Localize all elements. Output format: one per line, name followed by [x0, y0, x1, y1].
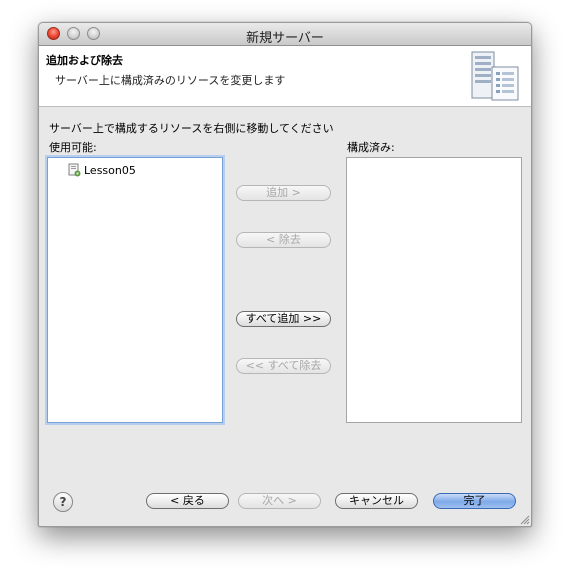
configured-resources-list[interactable]: [346, 157, 522, 423]
page-description: サーバー上に構成済みのリソースを変更します: [55, 74, 286, 87]
new-server-dialog: 新規サーバー 追加および除去 サーバー上に構成済みのリソースを変更します サーバ…: [38, 22, 532, 527]
available-label: 使用可能:: [49, 141, 97, 154]
project-icon: [68, 163, 81, 177]
add-button[interactable]: 追加 >: [236, 185, 331, 201]
configured-label: 構成済み:: [347, 141, 395, 154]
resize-grip-icon[interactable]: [520, 515, 530, 525]
available-resources-list[interactable]: Lesson05: [47, 157, 223, 423]
help-button[interactable]: ?: [53, 492, 73, 512]
back-button[interactable]: < 戻る: [146, 493, 229, 509]
window-title: 新規サーバー: [246, 31, 324, 46]
add-all-button[interactable]: すべて追加 >>: [236, 311, 331, 327]
cancel-button[interactable]: キャンセル: [335, 493, 418, 509]
finish-button[interactable]: 完了: [433, 493, 516, 509]
wizard-header: 追加および除去 サーバー上に構成済みのリソースを変更します: [39, 46, 531, 107]
list-item[interactable]: Lesson05: [68, 162, 136, 178]
remove-button[interactable]: < 除去: [236, 232, 331, 248]
list-item-label: Lesson05: [84, 163, 136, 177]
server-icon: [471, 51, 519, 101]
instruction-text: サーバー上で構成するリソースを右側に移動してください: [49, 122, 334, 135]
page-title: 追加および除去: [46, 54, 123, 67]
remove-all-button[interactable]: << すべて除去: [236, 358, 331, 374]
title-bar[interactable]: 新規サーバー: [39, 23, 531, 46]
next-button[interactable]: 次へ >: [238, 493, 321, 509]
